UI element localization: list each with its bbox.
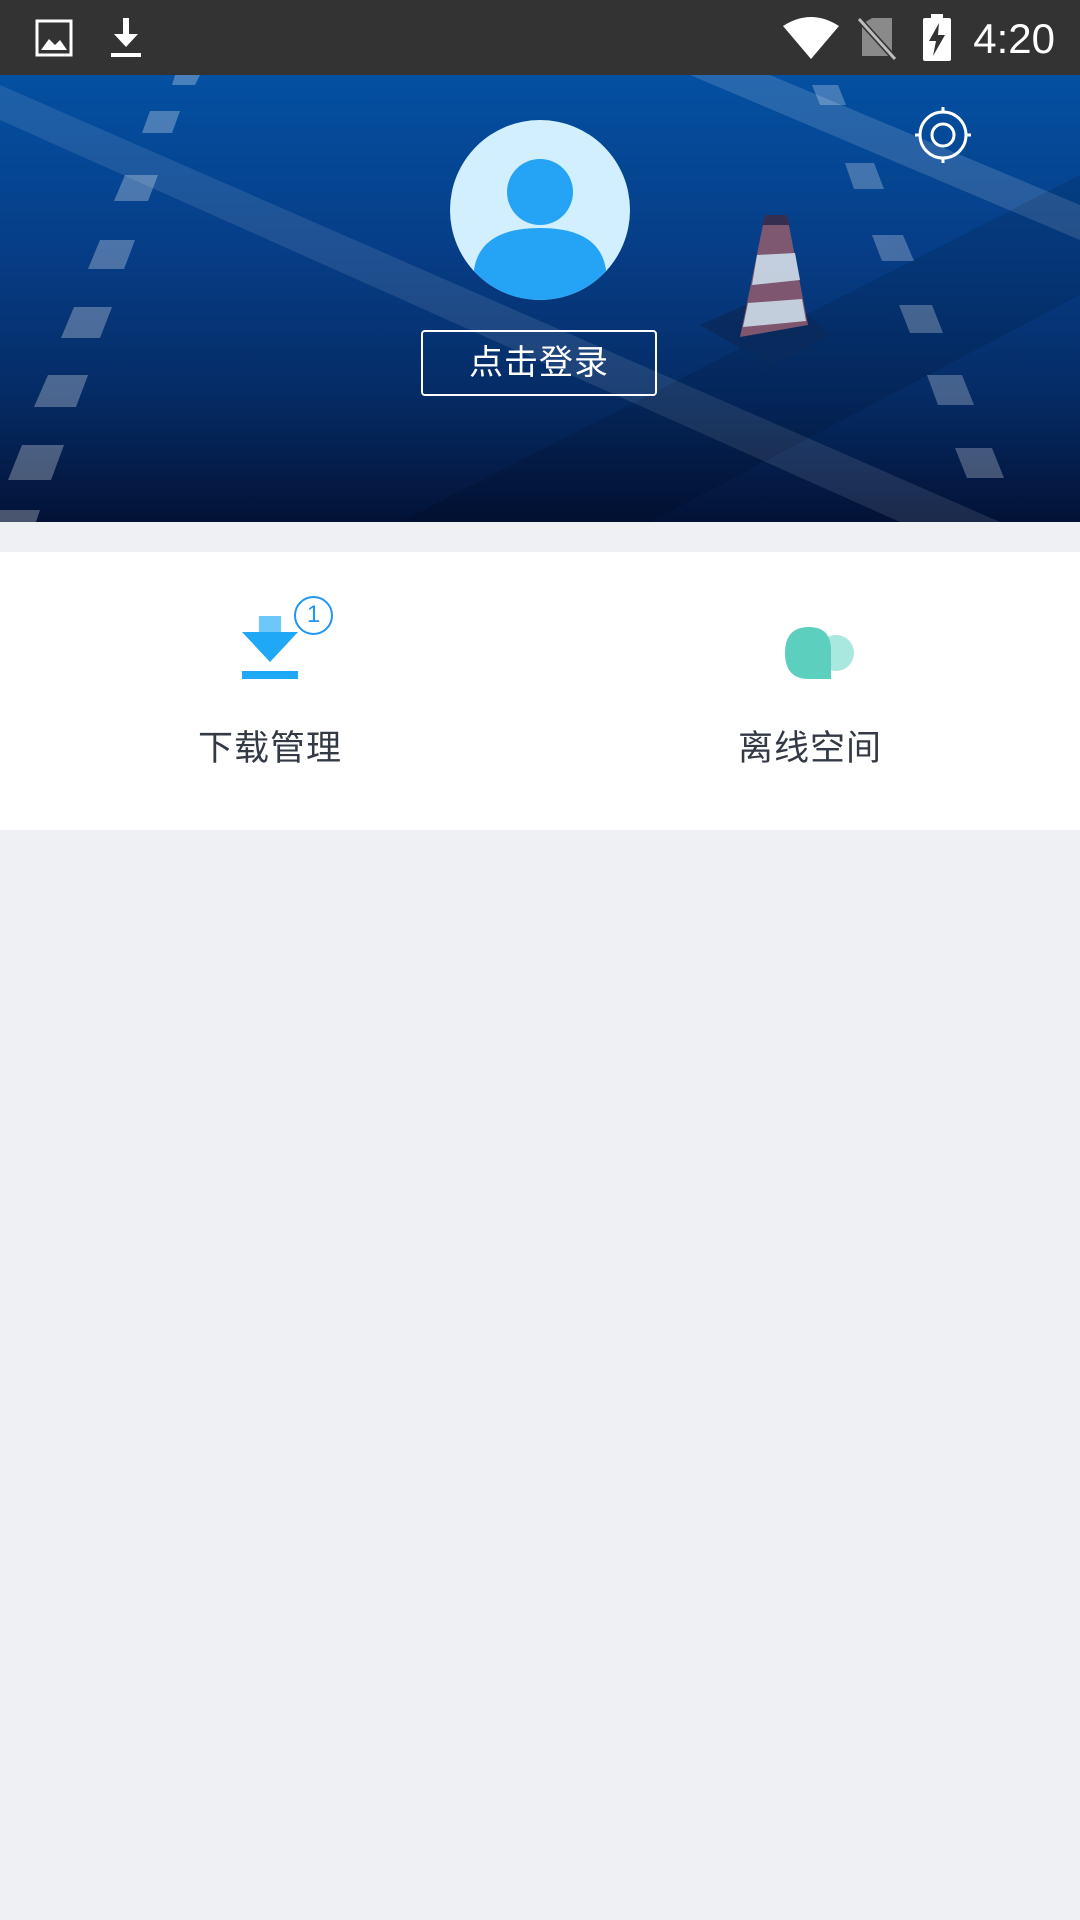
settings-icon [915, 107, 971, 163]
download-count-badge: 1 [294, 596, 333, 635]
profile-header: 点击登录 [0, 75, 1080, 522]
status-time: 4:20 [973, 15, 1055, 62]
offline-space-icon-wrap [760, 592, 860, 692]
login-button[interactable]: 点击登录 [421, 330, 657, 396]
download-manager-label: 下载管理 [197, 729, 342, 769]
status-bar: 4:20 [0, 0, 1080, 75]
quick-menu: 1 下载管理 离线空间 [0, 552, 1080, 830]
download-manager-icon-wrap: 1 [220, 592, 333, 692]
wifi-icon [783, 0, 839, 75]
menu-item-download-manager[interactable]: 1 下载管理 [0, 552, 540, 830]
battery-charging-icon [921, 0, 953, 75]
download-icon [107, 0, 145, 75]
no-sim-icon [858, 0, 896, 75]
image-icon [35, 0, 73, 75]
settings-button[interactable] [915, 107, 971, 163]
user-icon [474, 159, 606, 300]
offline-space-label: 离线空间 [737, 729, 882, 769]
user-avatar[interactable] [450, 120, 630, 300]
cloud-icon [785, 627, 854, 679]
menu-item-offline-space[interactable]: 离线空间 [540, 552, 1080, 830]
